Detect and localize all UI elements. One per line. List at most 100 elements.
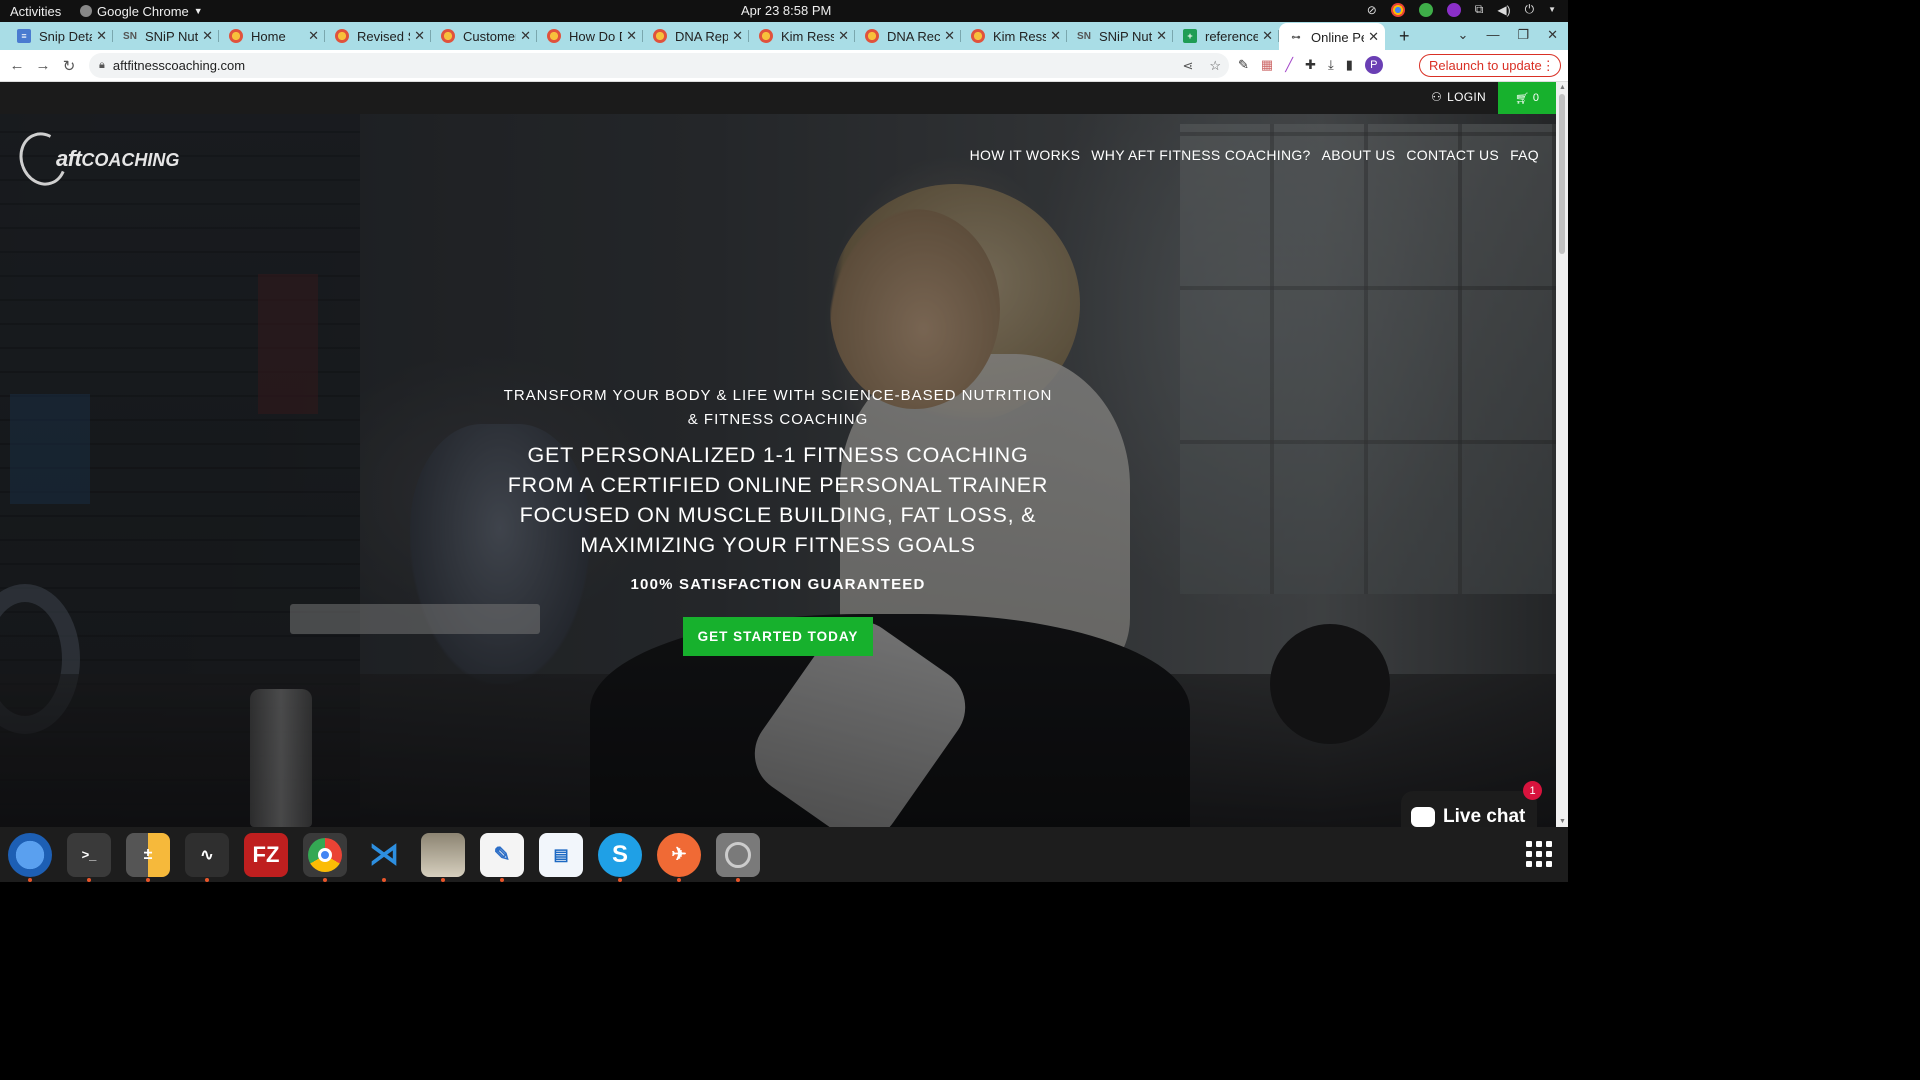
clock[interactable]: Apr 23 8:58 PM: [741, 3, 831, 18]
login-link[interactable]: ⚇ LOGIN: [1431, 90, 1486, 104]
chrome-icon[interactable]: [303, 832, 347, 882]
close-icon[interactable]: ✕: [96, 28, 107, 44]
relaunch-button[interactable]: Relaunch to update ⋮: [1419, 54, 1561, 77]
url-text[interactable]: aftfitnesscoaching.com: [113, 58, 245, 73]
activities-button[interactable]: Activities: [0, 4, 80, 19]
sheet-icon: +: [1183, 29, 1197, 43]
minimize-icon[interactable]: —: [1486, 27, 1499, 43]
disc-icon[interactable]: [716, 832, 760, 882]
lock-icon[interactable]: 🔒︎: [99, 59, 105, 72]
close-icon[interactable]: ✕: [414, 28, 425, 44]
tab[interactable]: DNA Rec ✕: [855, 23, 961, 49]
scroll-down-icon[interactable]: ▼: [1559, 818, 1566, 825]
snip-icon: SN: [123, 30, 137, 42]
tab[interactable]: How Do D✕: [537, 23, 643, 49]
tab[interactable]: ≡ Snip Deta ✕: [7, 23, 113, 49]
download-icon[interactable]: ⤓: [1328, 57, 1334, 73]
text-editor-icon[interactable]: ✎: [480, 832, 524, 882]
forward-icon[interactable]: →: [30, 57, 56, 74]
chevron-down-icon[interactable]: ▼: [1548, 5, 1556, 14]
tagline-line: & FITNESS COACHING: [687, 411, 869, 428]
close-icon[interactable]: ✕: [308, 28, 319, 44]
running-indicator: [677, 877, 681, 882]
postman-icon[interactable]: ✈: [657, 832, 701, 882]
restore-icon[interactable]: ❐: [1517, 27, 1529, 43]
back-icon[interactable]: ←: [4, 57, 30, 74]
system-monitor-icon[interactable]: ∿: [185, 832, 229, 882]
calculator-icon[interactable]: ±: [126, 832, 170, 882]
close-icon[interactable]: ✕: [732, 28, 743, 44]
close-icon[interactable]: ✕: [626, 28, 637, 44]
close-icon[interactable]: ✕: [1156, 28, 1167, 44]
tab[interactable]: SN SNiP Nutr ✕: [1067, 23, 1173, 49]
tab[interactable]: DNA Rep ✕: [643, 23, 749, 49]
close-icon[interactable]: ✕: [520, 28, 531, 44]
tab[interactable]: + reference ✕: [1173, 23, 1279, 49]
tab-strip: ≡Snip Deta✕ SNSNiP Nutr✕ Home✕ Revised S…: [0, 22, 1568, 51]
status-icon[interactable]: ⊘: [1367, 3, 1377, 17]
new-tab-button[interactable]: +: [1399, 26, 1410, 47]
tab[interactable]: Customer ✕: [431, 23, 537, 49]
network-icon[interactable]: ⧉: [1475, 2, 1484, 17]
power-icon[interactable]: ⏻: [1525, 2, 1535, 17]
more-vert-icon[interactable]: ⋮: [1542, 58, 1555, 74]
terminal-icon[interactable]: >_: [67, 832, 111, 882]
files-icon[interactable]: [421, 832, 465, 882]
close-icon[interactable]: ✕: [944, 28, 955, 44]
live-chat-button[interactable]: Live chat 1: [1401, 781, 1542, 827]
reload-icon[interactable]: ↻: [56, 57, 82, 75]
get-started-button[interactable]: GET STARTED TODAY: [683, 617, 873, 656]
relaunch-label: Relaunch to update: [1429, 58, 1542, 73]
url-field[interactable]: 🔒︎ aftfitnesscoaching.com ⋖ ☆: [89, 53, 1229, 78]
bookmark-star-icon[interactable]: ☆: [1209, 58, 1221, 74]
chrome-tray-icon[interactable]: [1390, 2, 1405, 17]
running-indicator: [736, 877, 740, 882]
tab[interactable]: SN SNiP Nutr ✕: [113, 23, 219, 49]
purple-tray-icon[interactable]: [1446, 2, 1461, 17]
writer-icon[interactable]: ▤: [539, 832, 583, 877]
live-chat-label: Live chat: [1443, 805, 1526, 827]
tab[interactable]: Kim Ressl ✕: [961, 23, 1067, 49]
sidepanel-icon[interactable]: ▮: [1346, 57, 1353, 73]
close-icon[interactable]: ✕: [202, 28, 213, 44]
volume-icon[interactable]: ◀): [1497, 3, 1510, 17]
share-icon[interactable]: ⋖: [1182, 58, 1193, 74]
chrome-favicon: [335, 29, 349, 43]
tab-search-icon[interactable]: ⌄: [1458, 27, 1469, 43]
tab-active[interactable]: ⊶ Online Pe ✕: [1279, 23, 1385, 51]
tab[interactable]: Kim Ressl ✕: [749, 23, 855, 49]
pen-ext-icon[interactable]: ╱: [1285, 57, 1293, 73]
puzzle-icon[interactable]: ✚: [1305, 57, 1316, 73]
close-icon[interactable]: ✕: [1050, 28, 1061, 44]
chrome-favicon: [547, 29, 561, 43]
scroll-up-icon[interactable]: ▲: [1559, 84, 1566, 91]
profile-avatar[interactable]: P: [1364, 56, 1383, 74]
login-label: LOGIN: [1447, 90, 1486, 104]
running-indicator: [205, 877, 209, 882]
close-window-icon[interactable]: ✕: [1547, 27, 1558, 43]
headline-line: FROM A CERTIFIED ONLINE PERSONAL TRAINER: [507, 473, 1049, 497]
chrome-favicon: [759, 29, 773, 43]
tab[interactable]: Revised S✕: [325, 23, 431, 49]
tab-title: DNA Rec: [887, 28, 941, 44]
page-scrollbar[interactable]: ▲ ▼: [1556, 82, 1568, 827]
close-icon[interactable]: ✕: [838, 28, 849, 44]
app-menu[interactable]: Google Chrome ▼: [80, 4, 203, 19]
close-icon[interactable]: ✕: [1262, 28, 1273, 44]
extensions-bar: ✎ ▦ ╱ ✚ ⤓ ▮ P: [1238, 56, 1383, 74]
chrome-favicon: [865, 29, 879, 43]
running-indicator: [382, 877, 386, 882]
cart-button[interactable]: 🛒︎ 0: [1498, 82, 1556, 114]
thunderbird-icon[interactable]: [8, 832, 52, 882]
show-applications-icon[interactable]: [1526, 841, 1552, 867]
close-icon[interactable]: ✕: [1368, 29, 1379, 45]
tab[interactable]: Home ✕: [219, 23, 325, 49]
vscode-icon[interactable]: ⋊: [362, 833, 406, 882]
green-tray-icon[interactable]: [1418, 2, 1433, 17]
skype-icon[interactable]: S: [598, 832, 642, 882]
calendar-ext-icon[interactable]: ▦: [1261, 57, 1273, 73]
scrollbar-thumb[interactable]: [1559, 94, 1565, 254]
omnibox-actions: ⋖ ☆: [1182, 58, 1221, 74]
eyedropper-icon[interactable]: ✎: [1238, 57, 1249, 73]
filezilla-icon[interactable]: FZ: [244, 832, 288, 877]
